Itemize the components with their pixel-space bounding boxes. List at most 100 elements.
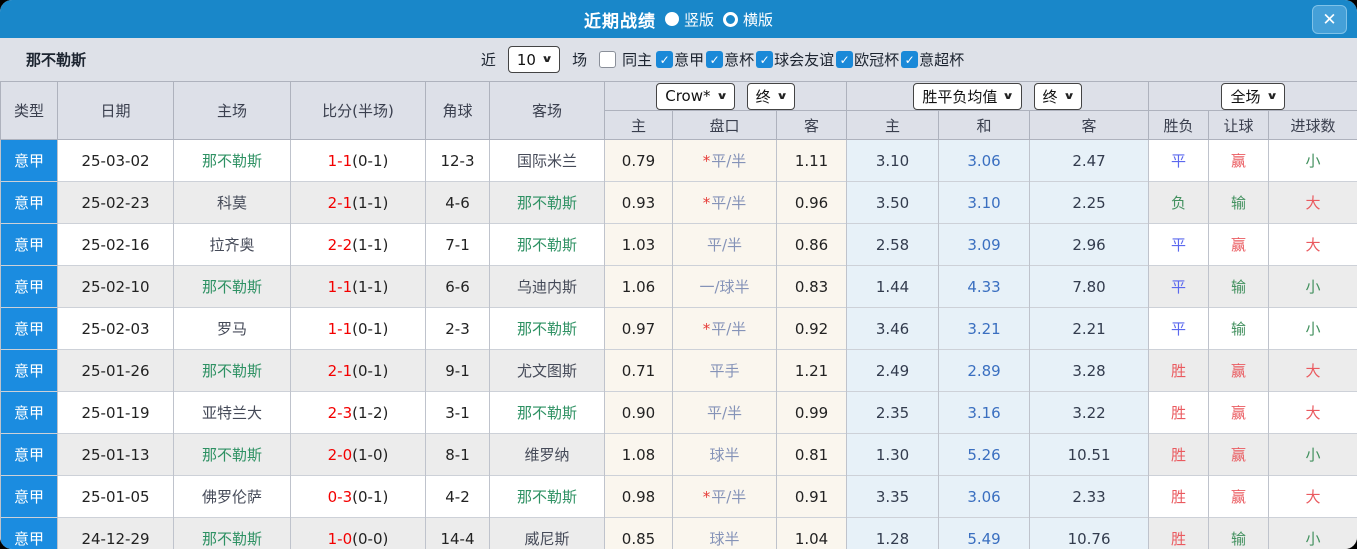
date-cell: 25-01-13 bbox=[57, 433, 174, 476]
handicap-line-cell: *平/半 bbox=[672, 475, 777, 518]
table-header: 类型 日期 主场 比分(半场) 角球 客场 Crow* ∨ 终 ∨ 胜平负均值 … bbox=[0, 81, 1357, 140]
date-cell: 25-01-19 bbox=[57, 391, 174, 434]
result-cell: 胜 bbox=[1148, 391, 1210, 434]
score-cell: 0-3(0-1) bbox=[290, 475, 426, 518]
avg-away-cell: 2.47 bbox=[1029, 139, 1150, 182]
filter-bar: 那不勒斯 近 10 ∨ 场 同主 ✓ 意甲 ✓ 意杯 ✓ 球会友谊 ✓ 欧冠杯 ✓ 意超杯 bbox=[0, 38, 1357, 81]
radio-unselected-icon bbox=[723, 11, 738, 27]
avg-away-cell: 10.51 bbox=[1029, 433, 1150, 476]
home-team-cell: 佛罗伦萨 bbox=[173, 475, 291, 518]
hcp-away-odds-cell: 0.99 bbox=[775, 391, 848, 434]
table-row: 意甲 25-02-03 罗马 1-1(0-1) 2-3 那不勒斯 0.97 *平/半 0.92 3… bbox=[0, 307, 1357, 350]
league-checkbox-label: 球会友谊 bbox=[774, 51, 835, 69]
subcol-hcp-away: 客 bbox=[775, 110, 848, 140]
same-home-checkbox[interactable]: 同主 bbox=[599, 49, 652, 70]
league-cell: 意甲 bbox=[0, 433, 58, 476]
recent-prefix-label: 近 bbox=[480, 51, 496, 69]
hcp-away-odds-cell: 1.11 bbox=[775, 139, 848, 182]
handicap-result-cell: 赢 bbox=[1208, 391, 1270, 434]
date-cell: 25-03-02 bbox=[57, 139, 174, 182]
home-team-cell: 那不勒斯 bbox=[173, 265, 291, 308]
hcp-home-odds-cell: 1.06 bbox=[604, 265, 673, 308]
away-team-cell: 那不勒斯 bbox=[489, 475, 605, 518]
scope-value: 全场 bbox=[1230, 87, 1261, 106]
league-cell: 意甲 bbox=[0, 307, 58, 350]
league-checkbox[interactable]: ✓ 意甲 bbox=[656, 49, 704, 70]
checkbox-checked-icon: ✓ bbox=[756, 51, 774, 68]
score-cell: 2-0(1-0) bbox=[290, 433, 426, 476]
subcol-hcp-result: 让球 bbox=[1208, 110, 1270, 140]
corners-cell: 2-3 bbox=[425, 307, 490, 350]
result-cell: 负 bbox=[1148, 181, 1210, 224]
handicap-line-cell: 平手 bbox=[672, 349, 777, 392]
recent-results-window: 近期战绩 竖版 横版 ✕ 那不勒斯 近 10 ∨ 场 同主 ✓ 意甲 ✓ 意杯 … bbox=[0, 0, 1357, 549]
average-period-dropdown[interactable]: 终 ∨ bbox=[1033, 82, 1082, 110]
close-button[interactable]: ✕ bbox=[1312, 5, 1347, 34]
league-checkbox[interactable]: ✓ 意超杯 bbox=[901, 49, 964, 70]
avg-draw-cell: 3.06 bbox=[938, 139, 1031, 182]
scope-dropdown[interactable]: 全场 ∨ bbox=[1221, 82, 1285, 110]
avg-away-cell: 2.96 bbox=[1029, 223, 1150, 266]
league-checkbox[interactable]: ✓ 意杯 bbox=[706, 49, 754, 70]
home-team-cell: 那不勒斯 bbox=[173, 349, 291, 392]
league-checkbox-label: 意超杯 bbox=[919, 51, 965, 69]
avg-draw-cell: 3.09 bbox=[938, 223, 1031, 266]
result-cell: 平 bbox=[1148, 307, 1210, 350]
subcol-hcp-line: 盘口 bbox=[672, 110, 777, 140]
result-cell: 平 bbox=[1148, 265, 1210, 308]
away-team-cell: 那不勒斯 bbox=[489, 223, 605, 266]
corners-cell: 12-3 bbox=[425, 139, 490, 182]
col-header-type: 类型 bbox=[0, 81, 58, 140]
hcp-home-odds-cell: 1.03 bbox=[604, 223, 673, 266]
same-home-label: 同主 bbox=[622, 51, 653, 69]
chevron-down-icon: ∨ bbox=[775, 90, 788, 102]
handicap-result-cell: 输 bbox=[1208, 181, 1270, 224]
average-period-value: 终 bbox=[1042, 87, 1058, 106]
handicap-period-dropdown[interactable]: 终 ∨ bbox=[746, 82, 795, 110]
hcp-home-odds-cell: 0.97 bbox=[604, 307, 673, 350]
handicap-result-cell: 赢 bbox=[1208, 223, 1270, 266]
hcp-home-odds-cell: 0.85 bbox=[604, 517, 673, 549]
team-name: 那不勒斯 bbox=[26, 51, 87, 69]
hcp-away-odds-cell: 0.86 bbox=[775, 223, 848, 266]
handicap-result-cell: 赢 bbox=[1208, 433, 1270, 476]
scope-group-header: 全场 ∨ bbox=[1148, 81, 1357, 111]
results-table: 类型 日期 主场 比分(半场) 角球 客场 Crow* ∨ 终 ∨ 胜平负均值 … bbox=[0, 81, 1357, 549]
league-checkbox[interactable]: ✓ 欧冠杯 bbox=[836, 49, 899, 70]
hcp-home-odds-cell: 0.90 bbox=[604, 391, 673, 434]
subcol-result: 胜负 bbox=[1148, 110, 1210, 140]
away-team-cell: 威尼斯 bbox=[489, 517, 605, 549]
checkbox-unchecked-icon bbox=[599, 51, 617, 68]
layout-option-vertical[interactable]: 竖版 bbox=[664, 9, 714, 30]
hcp-away-odds-cell: 0.91 bbox=[775, 475, 848, 518]
recent-count-select[interactable]: 10 ∨ bbox=[507, 46, 561, 73]
league-cell: 意甲 bbox=[0, 349, 58, 392]
date-cell: 25-02-03 bbox=[57, 307, 174, 350]
layout-option-label: 横版 bbox=[743, 10, 774, 29]
goals-cell: 大 bbox=[1268, 475, 1357, 518]
league-filters: ✓ 意甲 ✓ 意杯 ✓ 球会友谊 ✓ 欧冠杯 ✓ 意超杯 bbox=[656, 49, 964, 70]
away-team-cell: 那不勒斯 bbox=[489, 391, 605, 434]
chevron-down-icon: ∨ bbox=[540, 54, 554, 65]
avg-away-cell: 3.28 bbox=[1029, 349, 1150, 392]
goals-cell: 大 bbox=[1268, 349, 1357, 392]
league-checkbox[interactable]: ✓ 球会友谊 bbox=[756, 49, 834, 70]
bookmaker-dropdown[interactable]: Crow* ∨ bbox=[656, 82, 735, 110]
handicap-result-cell: 赢 bbox=[1208, 475, 1270, 518]
col-header-score: 比分(半场) bbox=[290, 81, 426, 140]
goals-cell: 小 bbox=[1268, 307, 1357, 350]
score-cell: 1-1(0-1) bbox=[290, 139, 426, 182]
chevron-down-icon: ∨ bbox=[1002, 90, 1015, 102]
league-cell: 意甲 bbox=[0, 181, 58, 224]
table-row: 意甲 25-02-23 科莫 2-1(1-1) 4-6 那不勒斯 0.93 *平/半 0.96 3… bbox=[0, 181, 1357, 224]
layout-option-horizontal[interactable]: 横版 bbox=[723, 9, 773, 30]
average-type-dropdown[interactable]: 胜平负均值 ∨ bbox=[913, 82, 1022, 110]
hcp-home-odds-cell: 1.08 bbox=[604, 433, 673, 476]
table-row: 意甲 25-01-13 那不勒斯 2-0(1-0) 8-1 维罗纳 1.08 球半 0.81 1.… bbox=[0, 433, 1357, 476]
checkbox-checked-icon: ✓ bbox=[901, 51, 919, 68]
avg-home-cell: 1.28 bbox=[846, 517, 940, 549]
score-cell: 2-1(0-1) bbox=[290, 349, 426, 392]
home-team-cell: 拉齐奥 bbox=[173, 223, 291, 266]
score-cell: 2-3(1-2) bbox=[290, 391, 426, 434]
date-cell: 25-02-16 bbox=[57, 223, 174, 266]
